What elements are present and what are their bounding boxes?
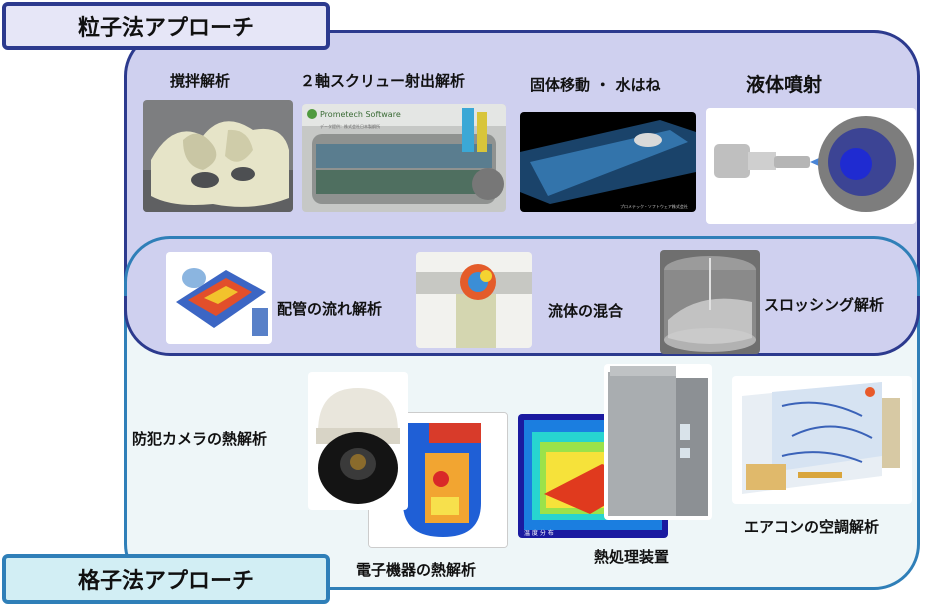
sloshing-image <box>660 250 760 354</box>
data-credit-text: データ提供：株式会社日本製鋼所 <box>320 123 380 129</box>
solid-motion-image: プロメテック・ソフトウェア株式会社 <box>520 112 696 212</box>
prometech-logo-text: Prometech Software <box>320 110 401 119</box>
label-sloshing: スロッシング解析 <box>764 296 885 314</box>
aircon-simulation-image <box>732 376 912 504</box>
twin-screw-image: Prometech Software データ提供：株式会社日本製鋼所 <box>302 104 506 212</box>
stirring-simulation-image <box>143 100 293 212</box>
pipe-flow-image <box>166 252 272 344</box>
prometech-credit-text: プロメテック・ソフトウェア株式会社 <box>620 203 688 209</box>
prometech-logo-icon <box>307 109 317 119</box>
grid-approach-title: 格子法アプローチ <box>2 554 330 604</box>
temperature-legend-text: 温 度 分 布 <box>524 529 554 537</box>
label-liquid-jet: 液体噴射 <box>746 74 823 96</box>
heat-treatment-unit-image <box>604 364 712 520</box>
label-pipe-flow: 配管の流れ解析 <box>277 300 383 318</box>
particle-approach-title: 粒子法アプローチ <box>2 2 330 50</box>
liquid-jet-image <box>706 108 916 224</box>
label-stirring: 撹拌解析 <box>170 72 231 90</box>
label-solid-motion: 固体移動 ・ 水はね <box>530 76 661 94</box>
label-twin-screw: ２軸スクリュー射出解析 <box>300 72 466 90</box>
security-camera-image <box>308 372 408 510</box>
fluid-mixing-image <box>416 252 532 348</box>
label-heat-treatment: 熱処理装置 <box>594 548 670 566</box>
label-fluid-mixing: 流体の混合 <box>548 302 624 320</box>
label-camera-thermal: 防犯カメラの熱解析 <box>132 430 268 448</box>
label-electronics-thermal: 電子機器の熱解析 <box>356 561 477 579</box>
label-aircon: エアコンの空調解析 <box>744 518 880 536</box>
